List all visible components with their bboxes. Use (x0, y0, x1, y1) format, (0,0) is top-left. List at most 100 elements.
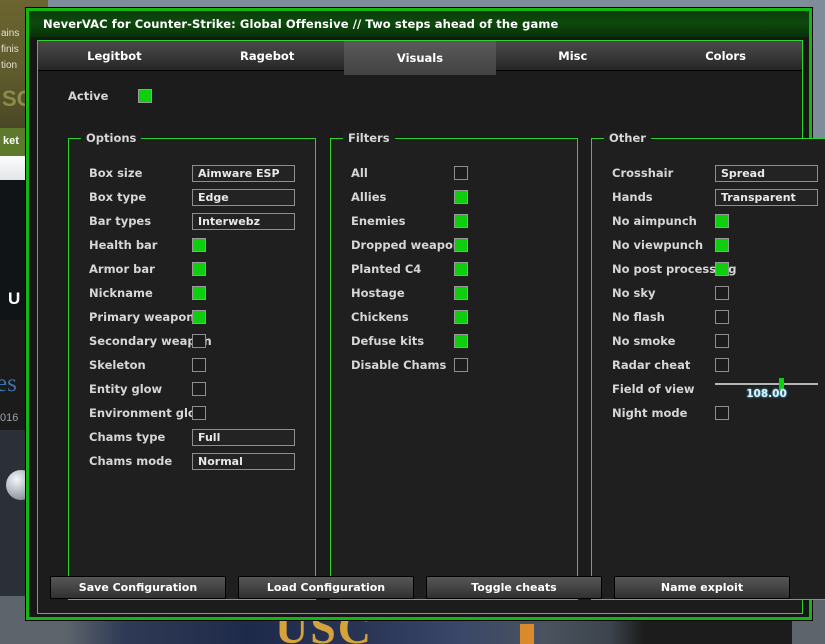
tab-colors[interactable]: Colors (649, 41, 802, 71)
chickens-checkbox[interactable] (454, 310, 468, 324)
field-of-view-label: Field of view (612, 382, 695, 396)
enemies-label: Enemies (351, 214, 406, 228)
background-bottom-accent (520, 624, 534, 644)
environment-glow-label: Environment glow (89, 406, 207, 420)
crosshair-dropdown[interactable]: Spread (715, 164, 818, 182)
environment-glow-checkbox[interactable] (192, 406, 206, 420)
chams-type-dropdown[interactable]: Full (192, 428, 295, 446)
row-chams-type: Chams type Full (69, 425, 315, 449)
background-fragment-5: U (8, 289, 21, 308)
load-configuration-button[interactable]: Load Configuration (238, 576, 414, 599)
entity-glow-checkbox[interactable] (192, 382, 206, 396)
secondary-weapon-label: Secondary weapon (89, 334, 212, 348)
window-titlebar: NeverVAC for Counter-Strike: Global Offe… (29, 11, 809, 37)
skeleton-checkbox[interactable] (192, 358, 206, 372)
defuse-kits-label: Defuse kits (351, 334, 425, 348)
health-bar-checkbox[interactable] (192, 238, 206, 252)
active-toggle-checkbox[interactable] (138, 89, 153, 103)
disable-chams-checkbox[interactable] (454, 358, 468, 372)
row-box-size: Box size Aimware ESP (69, 161, 315, 185)
no-viewpunch-checkbox[interactable] (715, 238, 729, 252)
tab-visuals[interactable]: Visuals (343, 41, 497, 75)
row-no-post-processing: No post processing (592, 257, 825, 281)
row-armor-bar: Armor bar (69, 257, 315, 281)
skeleton-label: Skeleton (89, 358, 146, 372)
all-checkbox[interactable] (454, 166, 468, 180)
night-mode-checkbox[interactable] (715, 406, 729, 420)
primary-weapon-checkbox[interactable] (192, 310, 206, 324)
allies-label: Allies (351, 190, 387, 204)
no-post-processing-label: No post processing (612, 262, 737, 276)
dropped-weapons-checkbox[interactable] (454, 238, 468, 252)
nickname-checkbox[interactable] (192, 286, 206, 300)
chams-mode-label: Chams mode (89, 454, 173, 468)
armor-bar-checkbox[interactable] (192, 262, 206, 276)
row-enemies: Enemies (331, 209, 577, 233)
background-fragment-7: 016 (0, 412, 19, 424)
allies-checkbox[interactable] (454, 190, 468, 204)
no-aimpunch-checkbox[interactable] (715, 214, 729, 228)
no-sky-label: No sky (612, 286, 656, 300)
chams-mode-dropdown[interactable]: Normal (192, 452, 295, 470)
row-bar-types: Bar types Interwebz (69, 209, 315, 233)
no-post-processing-checkbox[interactable] (715, 262, 729, 276)
no-sky-checkbox[interactable] (715, 286, 729, 300)
health-bar-label: Health bar (89, 238, 158, 252)
options-panel: Options Box size Aimware ESP Box type Edge B… (68, 131, 316, 600)
armor-bar-label: Armor bar (89, 262, 155, 276)
background-fragment-6: es (0, 370, 17, 397)
crosshair-label: Crosshair (612, 166, 674, 180)
bar-types-dropdown[interactable]: Interwebz (192, 212, 295, 230)
field-of-view-slider-value: 108.00 (746, 388, 787, 400)
row-no-smoke: No smoke (592, 329, 825, 353)
box-size-dropdown[interactable]: Aimware ESP (192, 164, 295, 182)
tab-legitbot[interactable]: Legitbot (38, 41, 191, 71)
row-chickens: Chickens (331, 305, 577, 329)
hostage-label: Hostage (351, 286, 405, 300)
radar-cheat-checkbox[interactable] (715, 358, 729, 372)
row-field-of-view: Field of view 108.00 (592, 377, 825, 401)
options-panel-title: Options (81, 131, 142, 145)
field-of-view-slider[interactable]: 108.00 (715, 377, 818, 401)
hostage-checkbox[interactable] (454, 286, 468, 300)
chickens-label: Chickens (351, 310, 409, 324)
background-fragment-0: ains (1, 28, 20, 39)
planted-c4-checkbox[interactable] (454, 262, 468, 276)
no-flash-checkbox[interactable] (715, 310, 729, 324)
planted-c4-label: Planted C4 (351, 262, 422, 276)
enemies-checkbox[interactable] (454, 214, 468, 228)
row-disable-chams: Disable Chams (331, 353, 577, 377)
row-defuse-kits: Defuse kits (331, 329, 577, 353)
secondary-weapon-checkbox[interactable] (192, 334, 206, 348)
hands-dropdown[interactable]: Transparent (715, 188, 818, 206)
filters-row-list: All Allies Enemies Dropped weapons Planted C… (331, 161, 577, 377)
row-secondary-weapon: Secondary weapon (69, 329, 315, 353)
row-planted-c4: Planted C4 (331, 257, 577, 281)
background-fragment-1: finis (1, 44, 19, 55)
filters-panel: Filters All Allies Enemies Dropped weapons P… (330, 131, 578, 600)
tab-ragebot[interactable]: Ragebot (191, 41, 344, 71)
row-primary-weapon: Primary weapon (69, 305, 315, 329)
background-fragment-4: ket (3, 135, 19, 147)
tab-misc[interactable]: Misc (496, 41, 649, 71)
row-skeleton: Skeleton (69, 353, 315, 377)
save-configuration-button[interactable]: Save Configuration (50, 576, 226, 599)
cheat-window: NeverVAC for Counter-Strike: Global Offe… (26, 8, 825, 620)
active-toggle-label: Active (68, 89, 109, 103)
window-title: NeverVAC for Counter-Strike: Global Offe… (43, 17, 559, 31)
row-night-mode: Night mode (592, 401, 825, 425)
row-hostage: Hostage (331, 281, 577, 305)
toggle-cheats-button[interactable]: Toggle cheats (426, 576, 602, 599)
defuse-kits-checkbox[interactable] (454, 334, 468, 348)
field-of-view-slider-track[interactable] (715, 383, 818, 385)
desktop-background: ains finis tion SG ket U es 016 USC Neve… (0, 0, 825, 644)
name-exploit-button[interactable]: Name exploit (614, 576, 790, 599)
no-smoke-checkbox[interactable] (715, 334, 729, 348)
box-type-label: Box type (89, 190, 147, 204)
no-smoke-label: No smoke (612, 334, 676, 348)
no-viewpunch-label: No viewpunch (612, 238, 704, 252)
all-label: All (351, 166, 368, 180)
row-box-type: Box type Edge (69, 185, 315, 209)
chams-type-label: Chams type (89, 430, 166, 444)
box-type-dropdown[interactable]: Edge (192, 188, 295, 206)
